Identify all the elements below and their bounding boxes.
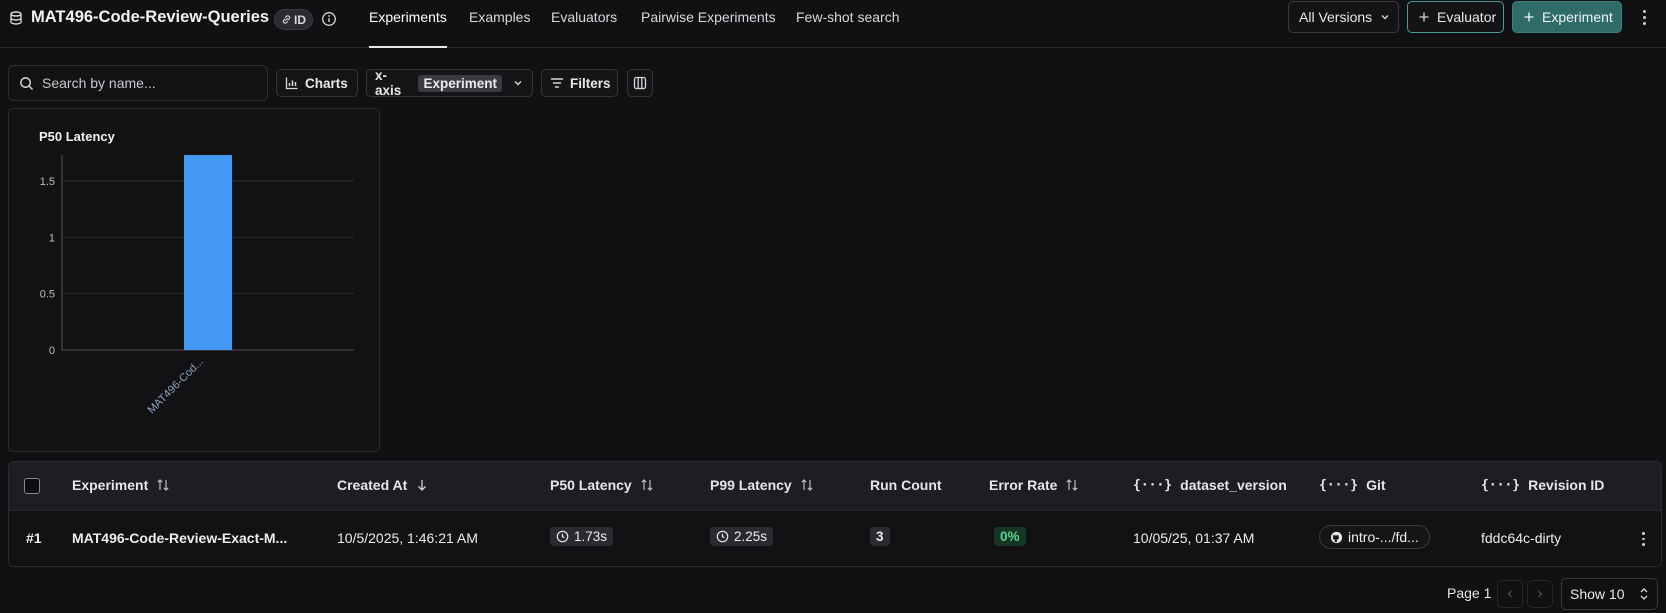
column-revision-id[interactable]: {···} Revision ID bbox=[1481, 477, 1604, 493]
chevron-left-icon bbox=[1505, 589, 1515, 599]
error-rate-cell: 0% bbox=[994, 527, 1026, 546]
table-header: Experiment Created At P50 Latency P99 La… bbox=[9, 462, 1661, 510]
revision-id-cell: fddc64c-dirty bbox=[1481, 530, 1562, 546]
versions-dropdown[interactable]: All Versions bbox=[1288, 1, 1399, 33]
y-tick-label: 0.5 bbox=[40, 289, 55, 301]
column-run-count[interactable]: Run Count bbox=[870, 477, 942, 493]
p50-latency-chart: 0 0.5 1 1.5 MAT496-Cod... bbox=[40, 155, 354, 417]
table-row[interactable]: #1 MAT496-Code-Review-Exact-M... 10/5/20… bbox=[9, 510, 1661, 566]
y-tick-label: 0 bbox=[49, 345, 55, 357]
tab-few-shot-search[interactable]: Few-shot search bbox=[796, 9, 899, 25]
y-tick-label: 1 bbox=[49, 232, 55, 244]
charts-label: Charts bbox=[305, 75, 348, 91]
column-p50-latency[interactable]: P50 Latency bbox=[550, 477, 654, 493]
xaxis-label: x-axis bbox=[375, 68, 402, 98]
column-created-at[interactable]: Created At bbox=[337, 477, 429, 493]
braces-icon: {···} bbox=[1133, 477, 1173, 493]
sort-icon bbox=[800, 478, 814, 492]
link-icon bbox=[281, 14, 292, 25]
x-tick-label: MAT496-Cod... bbox=[145, 356, 206, 417]
dataset-title: MAT496-Code-Review-Queries bbox=[31, 8, 270, 26]
chart-card: P50 Latency 0 0.5 1 1.5 MAT496-Cod... bbox=[8, 108, 380, 452]
chart-icon bbox=[285, 76, 299, 90]
add-experiment-label: Experiment bbox=[1542, 9, 1613, 25]
xaxis-dropdown[interactable]: x-axis Experiment bbox=[366, 68, 533, 98]
versions-label: All Versions bbox=[1299, 9, 1373, 25]
tab-pairwise-experiments[interactable]: Pairwise Experiments bbox=[641, 9, 776, 25]
run-count-badge: 3 bbox=[870, 527, 890, 546]
chevron-right-icon bbox=[1535, 589, 1545, 599]
filter-icon bbox=[550, 76, 564, 90]
search-icon bbox=[19, 76, 34, 91]
run-count-cell: 3 bbox=[870, 527, 890, 546]
search-box[interactable] bbox=[8, 65, 268, 101]
p99-latency-cell: 2.25s bbox=[710, 527, 774, 546]
column-error-rate[interactable]: Error Rate bbox=[989, 477, 1079, 493]
y-tick-label: 1.5 bbox=[40, 176, 55, 188]
columns-button[interactable] bbox=[627, 69, 653, 97]
clock-icon bbox=[716, 530, 729, 543]
xaxis-value: Experiment bbox=[418, 74, 502, 92]
active-tab-indicator bbox=[369, 46, 447, 48]
p50-latency-chip: 1.73s bbox=[550, 527, 614, 546]
search-input[interactable] bbox=[42, 75, 252, 91]
page-size-label: Show 10 bbox=[1570, 586, 1625, 602]
row-index: #1 bbox=[26, 530, 42, 546]
tab-experiments[interactable]: Experiments bbox=[369, 9, 447, 25]
sort-icon bbox=[640, 478, 654, 492]
info-icon[interactable] bbox=[321, 11, 337, 27]
experiment-name-link[interactable]: MAT496-Code-Review-Exact-M... bbox=[72, 530, 287, 546]
filters-label: Filters bbox=[570, 75, 611, 91]
github-icon bbox=[1330, 531, 1343, 544]
next-page-button[interactable] bbox=[1527, 580, 1553, 608]
p99-latency-chip: 2.25s bbox=[710, 527, 774, 546]
plus-icon bbox=[1418, 11, 1430, 23]
top-bar: MAT496-Code-Review-Queries ID Experiment… bbox=[0, 0, 1666, 48]
plus-icon bbox=[1523, 11, 1535, 23]
clock-icon bbox=[556, 530, 569, 543]
dataset-icon bbox=[9, 11, 23, 25]
chevron-updown-icon bbox=[1639, 587, 1649, 601]
more-options-icon[interactable] bbox=[1638, 10, 1650, 26]
sort-icon bbox=[156, 478, 170, 492]
column-p99-latency[interactable]: P99 Latency bbox=[710, 477, 814, 493]
add-evaluator-button[interactable]: Evaluator bbox=[1407, 1, 1504, 33]
add-experiment-button[interactable]: Experiment bbox=[1512, 1, 1622, 33]
experiments-table: Experiment Created At P50 Latency P99 La… bbox=[8, 461, 1662, 567]
tab-examples[interactable]: Examples bbox=[469, 9, 530, 25]
copy-id-button[interactable]: ID bbox=[274, 9, 313, 30]
column-experiment[interactable]: Experiment bbox=[72, 477, 170, 493]
filters-button[interactable]: Filters bbox=[541, 69, 618, 97]
page-size-select[interactable]: Show 10 bbox=[1561, 578, 1658, 610]
git-cell: intro-.../fd... bbox=[1319, 525, 1430, 549]
dataset-version-cell: 10/05/25, 01:37 AM bbox=[1133, 530, 1255, 546]
add-evaluator-label: Evaluator bbox=[1437, 9, 1497, 25]
column-dataset-version[interactable]: {···} dataset_version bbox=[1133, 477, 1287, 493]
charts-button[interactable]: Charts bbox=[276, 69, 358, 97]
git-link[interactable]: intro-.../fd... bbox=[1319, 525, 1430, 549]
tab-evaluators[interactable]: Evaluators bbox=[551, 9, 617, 25]
row-actions-icon[interactable] bbox=[1637, 532, 1649, 547]
arrow-down-icon bbox=[415, 478, 429, 492]
column-git[interactable]: {···} Git bbox=[1319, 477, 1386, 493]
columns-icon bbox=[633, 76, 647, 90]
select-all-checkbox[interactable] bbox=[24, 478, 40, 494]
p50-latency-cell: 1.73s bbox=[550, 527, 614, 546]
chevron-down-icon bbox=[1379, 11, 1391, 23]
created-at-cell: 10/5/2025, 1:46:21 AM bbox=[337, 530, 478, 546]
error-rate-badge: 0% bbox=[994, 527, 1026, 546]
chevron-down-icon bbox=[512, 77, 524, 89]
braces-icon: {···} bbox=[1319, 477, 1359, 493]
prev-page-button[interactable] bbox=[1497, 580, 1523, 608]
sort-icon bbox=[1065, 478, 1079, 492]
page-indicator: Page 1 bbox=[1447, 585, 1492, 601]
chart-bar bbox=[184, 155, 232, 350]
id-badge-label: ID bbox=[294, 12, 306, 27]
braces-icon: {···} bbox=[1481, 477, 1521, 493]
